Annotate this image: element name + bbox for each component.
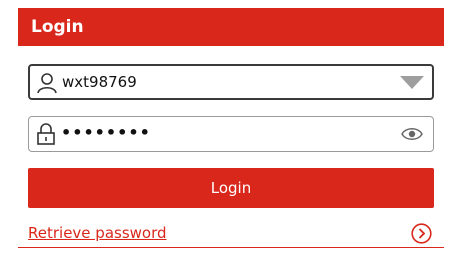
username-field[interactable]: wxt98769 xyxy=(28,64,434,100)
bottom-divider xyxy=(18,247,444,248)
user-icon xyxy=(37,73,57,94)
username-value: wxt98769 xyxy=(62,73,137,91)
lock-icon xyxy=(37,123,55,145)
eye-icon[interactable] xyxy=(401,126,423,142)
login-button[interactable]: Login xyxy=(28,168,434,208)
password-value: •••••••• xyxy=(61,123,151,142)
dropdown-arrow-icon[interactable] xyxy=(400,76,424,90)
password-field[interactable]: •••••••• xyxy=(28,116,434,152)
dialog-title: Login xyxy=(18,8,444,46)
chevron-right-circle-icon[interactable] xyxy=(411,223,432,244)
retrieve-password-link[interactable]: Retrieve password xyxy=(28,224,167,242)
login-dialog: Login wxt98769 •••••••• Login Retrieve p… xyxy=(0,0,451,253)
